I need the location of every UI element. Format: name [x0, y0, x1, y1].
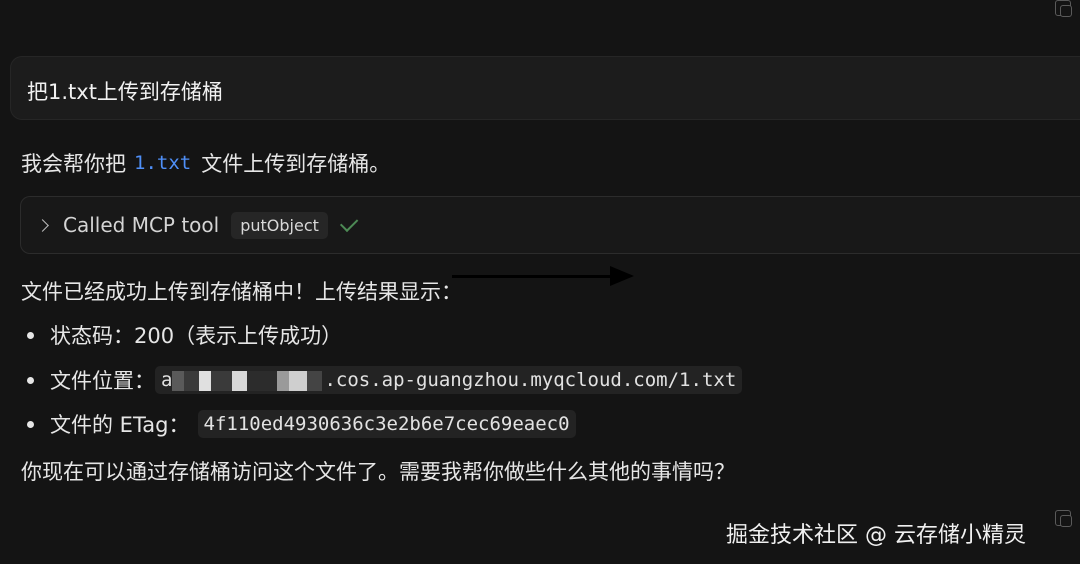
bullet-label: 文件位置：	[50, 369, 155, 393]
result-heading: 文件已经成功上传到存储桶中！上传结果显示：	[21, 280, 462, 304]
bullet-value: 200（表示上传成功）	[134, 324, 343, 348]
bullet-dot	[27, 420, 34, 428]
list-item: 文件位置： a .cos.ap-guangzhou.myqcloud.com/1.…	[27, 365, 743, 395]
copy-icon[interactable]	[1055, 510, 1072, 527]
arrow-right-icon	[452, 266, 634, 286]
watermark: 掘金技术社区 @ 云存储小精灵	[726, 523, 1026, 548]
bullet-label: 状态码：	[50, 324, 134, 348]
tool-call-toggle[interactable]: Called MCP tool putObject	[20, 196, 1080, 254]
intro-suffix: 文件上传到存储桶。	[201, 152, 391, 176]
list-item: 文件的 ETag： 4f110ed4930636c3e2b6e7cec69eae…	[27, 409, 576, 439]
check-icon	[339, 213, 359, 233]
assistant-intro: 我会帮你把 1.txt 文件上传到存储桶。	[21, 148, 390, 178]
list-item: 状态码： 200（表示上传成功）	[27, 320, 342, 350]
etag-code: 4f110ed4930636c3e2b6e7cec69eaec0	[197, 410, 576, 438]
closing-text: 你现在可以通过存储桶访问这个文件了。需要我帮你做些什么其他的事情吗？	[21, 460, 735, 484]
file-location-value: .cos.ap-guangzhou.myqcloud.com/1.txt	[324, 369, 737, 391]
bullet-dot	[27, 331, 34, 339]
intro-prefix: 我会帮你把	[21, 152, 126, 176]
copy-icon[interactable]	[1055, 0, 1072, 17]
chevron-right-icon	[36, 218, 49, 232]
bullet-label: 文件的 ETag：	[50, 413, 190, 437]
bullet-dot	[27, 376, 34, 384]
file-location-prefix: a	[161, 369, 173, 391]
tool-name-chip: putObject	[231, 211, 328, 239]
tool-call-label: Called MCP tool	[63, 213, 220, 237]
user-message: 把1.txt上传到存储桶	[10, 56, 1080, 120]
user-message-text: 把1.txt上传到存储桶	[27, 80, 223, 104]
file-location-code: a .cos.ap-guangzhou.myqcloud.com/1.txt	[155, 366, 743, 394]
intro-code: 1.txt	[134, 152, 192, 174]
redacted-block	[172, 370, 323, 391]
